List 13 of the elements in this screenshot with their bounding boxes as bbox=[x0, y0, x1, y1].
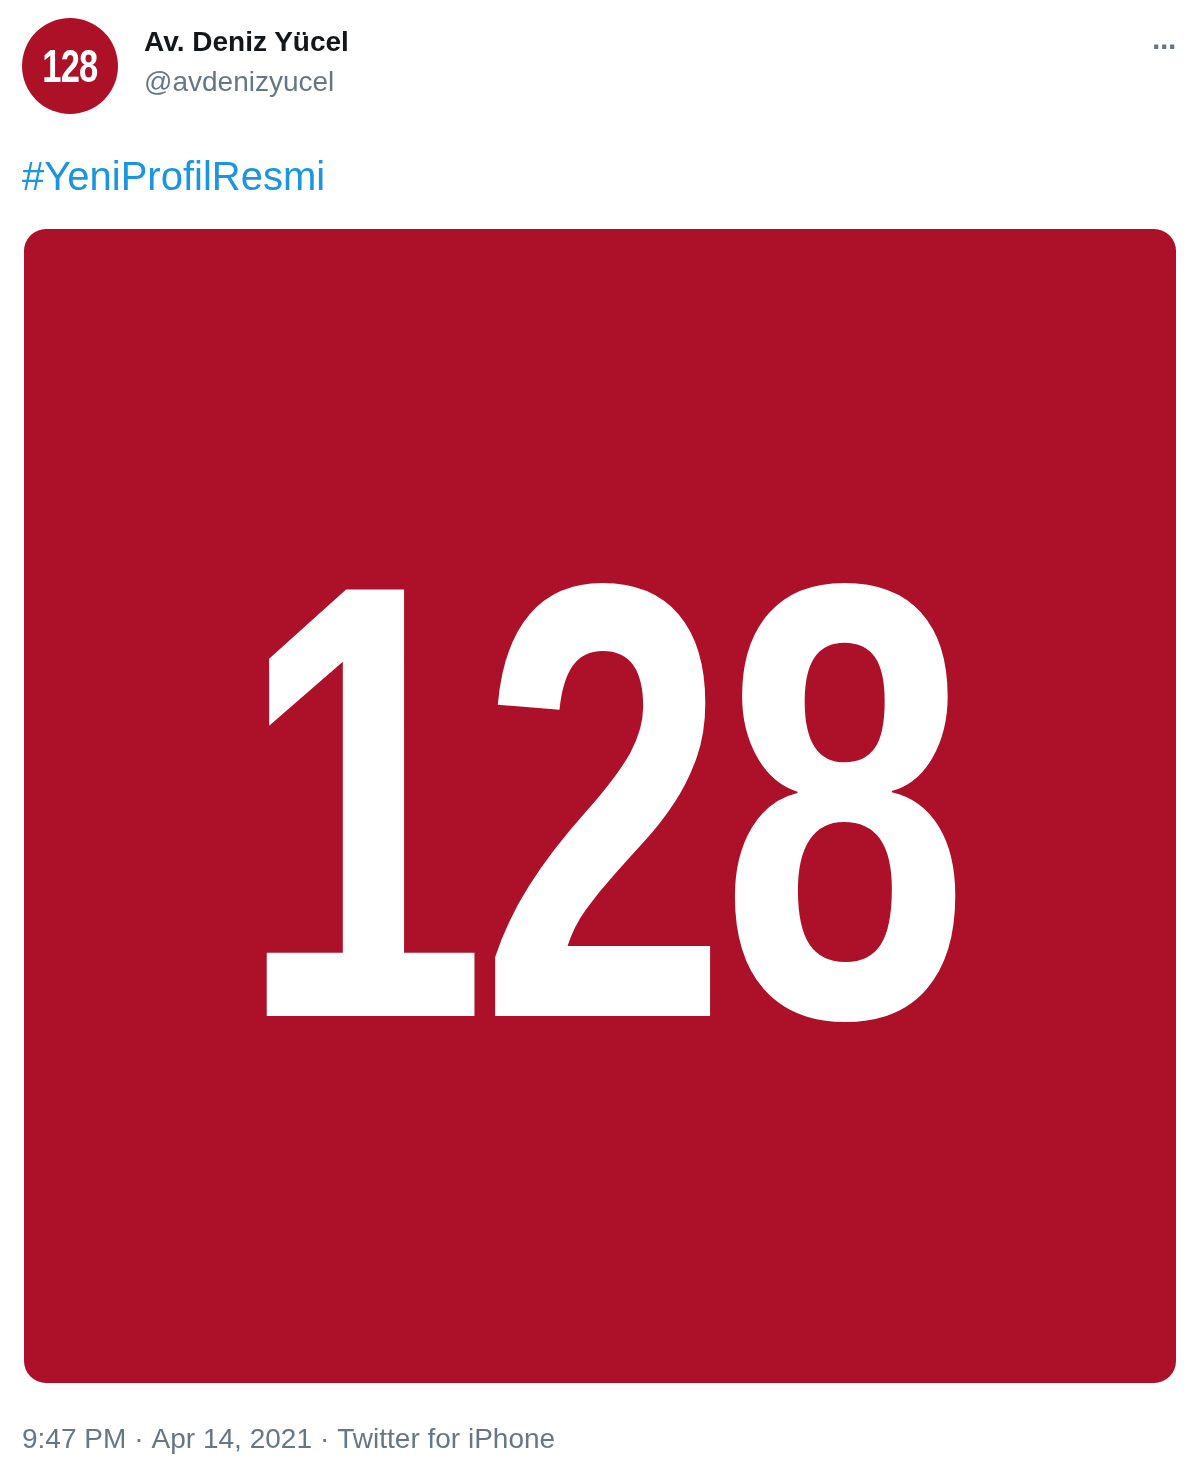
tweet-date[interactable]: Apr 14, 2021 bbox=[151, 1423, 312, 1455]
avatar[interactable]: 128 bbox=[22, 18, 118, 114]
hashtag-link[interactable]: #YeniProfilResmi bbox=[22, 154, 326, 199]
tweet-time[interactable]: 9:47 PM bbox=[22, 1423, 127, 1455]
separator: · bbox=[319, 1423, 330, 1455]
image-text: 128 bbox=[238, 491, 962, 1111]
avatar-text: 128 bbox=[42, 39, 98, 93]
more-button[interactable]: ··· bbox=[1152, 30, 1176, 64]
author-name[interactable]: Av. Deniz Yücel bbox=[144, 26, 1126, 58]
tweet-image[interactable]: 128 bbox=[24, 229, 1176, 1383]
separator: · bbox=[134, 1423, 144, 1455]
author-handle[interactable]: @avdenizyucel bbox=[144, 66, 1126, 98]
tweet-source[interactable]: Twitter for iPhone bbox=[337, 1423, 556, 1455]
